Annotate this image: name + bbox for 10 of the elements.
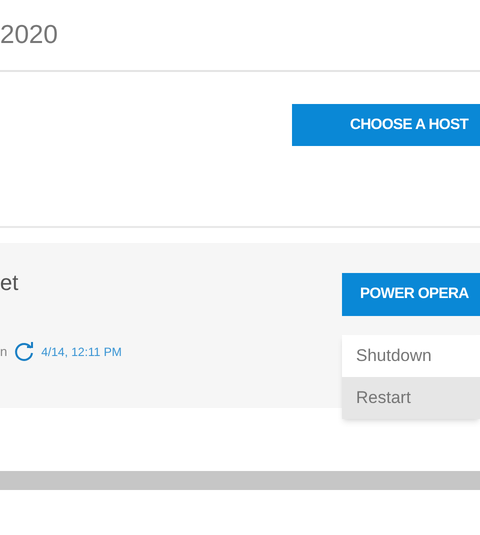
- choose-host-button[interactable]: CHOOSE A HOST: [292, 104, 480, 146]
- scrollbar[interactable]: [0, 471, 480, 490]
- updated-time: 4/14, 12:11 PM: [41, 344, 122, 361]
- menu-item[interactable]: Shutdown: [342, 335, 480, 377]
- menu-item[interactable]: Restart: [342, 377, 480, 419]
- refresh-icon[interactable]: [13, 341, 36, 363]
- power-operations-button[interactable]: POWER OPERA: [342, 273, 480, 316]
- host-name: et: [0, 269, 20, 297]
- page-title: 2020: [0, 18, 58, 50]
- status-label: n: [0, 343, 8, 362]
